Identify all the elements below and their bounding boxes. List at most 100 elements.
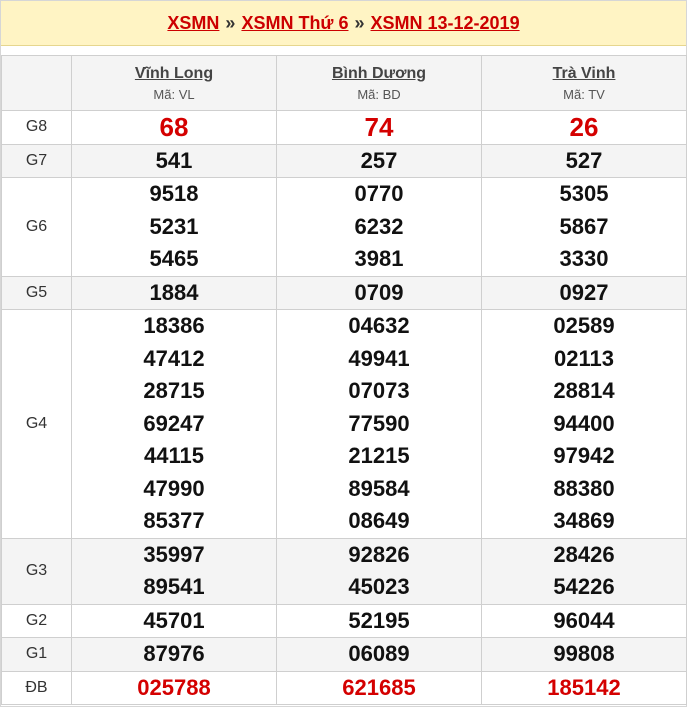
province-code: Mã: TV	[563, 86, 605, 102]
prize-number: 89584	[348, 475, 410, 501]
prize-label: G3	[1, 537, 72, 605]
prize-number: 257	[360, 147, 398, 173]
prize-number: 5231	[149, 213, 199, 239]
prize-number: 21215	[348, 443, 410, 468]
prize-cell: 87976	[71, 637, 277, 672]
prize-number: 28814	[553, 378, 615, 403]
breadcrumb-separator: »	[225, 12, 236, 33]
prize-number: 5867	[559, 213, 609, 239]
prize-number: 3981	[354, 246, 404, 271]
prize-number: 02113	[554, 345, 614, 371]
prize-number: 87976	[143, 641, 205, 666]
special-prize-number: 025788	[137, 674, 211, 700]
prize-cell: 0770 6232 3981	[276, 177, 482, 277]
prize-cell: 185142	[481, 670, 687, 705]
prize-cell: 26	[481, 110, 687, 145]
prize-label: G4	[1, 309, 72, 539]
prize-number: 5465	[149, 246, 199, 271]
breadcrumb-xsmn-thu6[interactable]: XSMN Thứ 6	[241, 13, 348, 34]
province-header: Trà Vinh Mã: TV	[481, 55, 687, 111]
prize-number: 527	[565, 147, 603, 173]
prize-cell: 0709	[276, 275, 482, 310]
prize-number: 1884	[149, 279, 199, 305]
prize-number: 28715	[143, 378, 205, 403]
prize-row: G7 541 257 527	[1, 143, 687, 178]
province-code: Mã: VL	[153, 86, 195, 102]
prize-number: 77590	[348, 410, 410, 436]
prize-cell: 92826 45023	[276, 537, 482, 605]
prize-cell: 04632 49941 07073 77590 21215 89584 08649	[276, 309, 482, 539]
prize-row: G3 35997 89541 92826 45023 28426 54226	[1, 537, 687, 605]
prize-number: 06089	[348, 641, 410, 666]
prize-cell: 1884	[71, 275, 277, 310]
prize-label: G6	[1, 177, 72, 277]
prize-number: 02589	[553, 313, 615, 338]
prize-label: G1	[1, 637, 72, 672]
prize-number: 85377	[143, 508, 205, 533]
prize-cell: 96044	[481, 603, 687, 638]
prize-number: 0770	[354, 181, 404, 206]
prize-number: 88380	[553, 475, 615, 501]
prize-number: 34869	[553, 508, 615, 533]
prize-number: 541	[155, 147, 193, 173]
prize-cell: 28426 54226	[481, 537, 687, 605]
prize-cell: 06089	[276, 637, 482, 672]
prize-cell: 74	[276, 110, 482, 145]
province-header: Vĩnh Long Mã: VL	[71, 55, 277, 111]
province-header: Bình Dương Mã: BD	[276, 55, 482, 111]
header-corner	[1, 55, 72, 111]
prize-number: 69247	[143, 410, 205, 436]
prize-row: G5 1884 0709 0927	[1, 275, 687, 310]
prize-number: 18386	[143, 313, 205, 338]
prize-row: G1 87976 06089 99808	[1, 637, 687, 672]
prize-cell: 621685	[276, 670, 482, 705]
prize-row: G8 68 74 26	[1, 110, 687, 145]
prize-number: 92826	[348, 541, 410, 567]
prize-cell: 68	[71, 110, 277, 145]
breadcrumb-separator: »	[354, 12, 365, 33]
prize-cell: 52195	[276, 603, 482, 638]
prize-cell: 541	[71, 143, 277, 178]
results-table: Vĩnh Long Mã: VL Bình Dương Mã: BD Trà V…	[1, 55, 687, 705]
prize-cell: 025788	[71, 670, 277, 705]
special-prize-number: 621685	[342, 674, 416, 700]
prize-number: 3330	[559, 246, 609, 271]
prize-label: G2	[1, 603, 72, 638]
prize-cell: 35997 89541	[71, 537, 277, 605]
prize-number: 94400	[553, 410, 615, 436]
breadcrumb: XSMN » XSMN Thứ 6 » XSMN 13-12-2019	[1, 1, 686, 46]
province-code: Mã: BD	[357, 86, 401, 102]
prize-number: 0709	[354, 279, 404, 305]
prize-cell: 0927	[481, 275, 687, 310]
prize-number: 99808	[553, 641, 615, 666]
prize-number: 26	[569, 112, 599, 142]
special-prize-number: 185142	[547, 674, 621, 700]
prize-label: ĐB	[1, 670, 72, 705]
prize-cell: 18386 47412 28715 69247 44115 47990 85377	[71, 309, 277, 539]
breadcrumb-xsmn-date[interactable]: XSMN 13-12-2019	[371, 13, 520, 34]
province-link[interactable]: Bình Dương	[277, 65, 481, 83]
prize-number: 0927	[559, 279, 609, 305]
prize-number: 52195	[348, 607, 410, 633]
province-link[interactable]: Trà Vinh	[482, 65, 686, 83]
province-header-row: Vĩnh Long Mã: VL Bình Dương Mã: BD Trà V…	[1, 55, 687, 111]
province-link[interactable]: Vĩnh Long	[72, 65, 276, 83]
prize-number: 5305	[559, 181, 609, 206]
prize-number: 35997	[143, 541, 205, 567]
prize-number: 9518	[149, 181, 199, 206]
prize-label: G7	[1, 143, 72, 178]
prize-number: 04632	[348, 313, 410, 338]
prize-number: 47990	[143, 475, 205, 501]
prize-number: 89541	[143, 574, 205, 599]
prize-number: 74	[364, 112, 394, 142]
prize-row: ĐB 025788 621685 185142	[1, 670, 687, 705]
breadcrumb-xsmn[interactable]: XSMN	[167, 13, 219, 34]
prize-label: G5	[1, 275, 72, 310]
prize-cell: 5305 5867 3330	[481, 177, 687, 277]
prize-number: 28426	[553, 541, 615, 567]
prize-number: 68	[159, 112, 189, 142]
prize-number: 45023	[348, 574, 410, 599]
results-page: XSMN » XSMN Thứ 6 » XSMN 13-12-2019 Vĩnh…	[0, 0, 687, 707]
prize-number: 96044	[553, 607, 615, 633]
